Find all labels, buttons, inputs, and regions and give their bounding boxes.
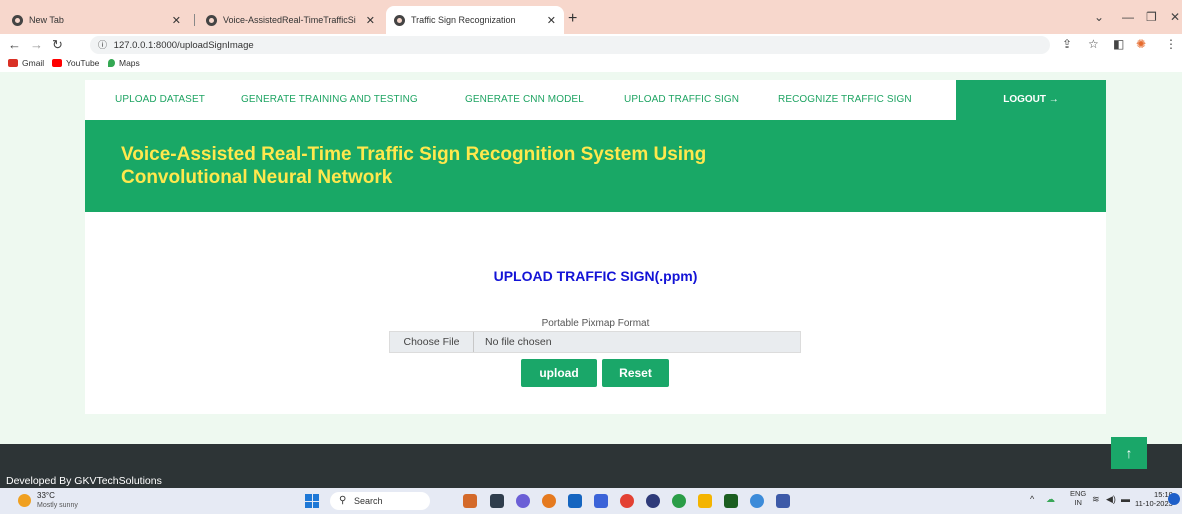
upload-button[interactable]: upload <box>521 359 597 387</box>
close-icon[interactable]: ✕ <box>366 14 375 27</box>
logout-button[interactable]: LOGOUT → <box>956 80 1106 120</box>
tab-label: Traffic Sign Recognization <box>411 15 516 25</box>
browser-tab-bar: New Tab ✕ Voice-AssistedReal-TimeTraffic… <box>0 0 1182 34</box>
app-icon[interactable] <box>463 494 477 508</box>
nav-recognize-traffic-sign[interactable]: RECOGNIZE TRAFFIC SIGN <box>778 80 912 120</box>
upload-card: UPLOAD TRAFFIC SIGN(.ppm) Portable Pixma… <box>85 212 1106 414</box>
share-icon[interactable]: ⇪ <box>1062 37 1072 51</box>
chevron-down-icon[interactable]: ⌄ <box>1094 10 1104 24</box>
globe-icon <box>206 14 217 26</box>
sun-icon[interactable] <box>18 494 31 507</box>
search-icon: ⚲ <box>339 495 347 506</box>
new-tab-button[interactable]: + <box>568 10 577 28</box>
back-icon[interactable]: ← <box>8 37 21 52</box>
windows-start-icon[interactable] <box>305 494 319 508</box>
notification-icon[interactable] <box>1168 493 1180 505</box>
web-page: UPLOAD DATASET GENERATE TRAINING AND TES… <box>0 72 1182 488</box>
url-text: 127.0.0.1:8000/uploadSignImage <box>113 40 254 51</box>
chrome-icon <box>12 14 23 26</box>
file-status: No file chosen <box>485 336 552 348</box>
nav-generate-cnn[interactable]: GENERATE CNN MODEL <box>465 80 584 120</box>
app-icon[interactable] <box>490 494 504 508</box>
title-line-1: Voice-Assisted Real-Time Traffic Sign Re… <box>121 144 707 165</box>
weather-condition: Mostly sunny <box>37 502 78 509</box>
minimize-icon[interactable]: — <box>1122 10 1134 24</box>
language-indicator[interactable]: ENG IN <box>1070 489 1086 507</box>
close-icon[interactable]: ✕ <box>172 14 181 27</box>
tab-label: New Tab <box>29 15 64 25</box>
screen: New Tab ✕ Voice-AssistedReal-TimeTraffic… <box>0 0 1182 514</box>
windows-taskbar: 33°C Mostly sunny ⚲ Search ^ ☁ ENG IN ≋ … <box>0 488 1182 514</box>
footer-credit: Developed By GKVTechSolutions <box>6 475 162 487</box>
bookmark-gmail[interactable]: Gmail <box>8 58 44 68</box>
weather-temp[interactable]: 33°C <box>37 491 55 500</box>
gmail-icon <box>8 59 18 67</box>
close-window-icon[interactable]: ✕ <box>1170 10 1180 24</box>
app-icon[interactable] <box>542 494 556 508</box>
lang-region: IN <box>1074 498 1082 507</box>
title-line-2: Convolutional Neural Network <box>121 167 393 188</box>
reload-icon[interactable]: ↻ <box>52 37 63 53</box>
taskbar-search[interactable]: ⚲ Search <box>330 492 430 510</box>
chevron-up-icon[interactable]: ^ <box>1030 494 1034 504</box>
app-icon[interactable] <box>776 494 790 508</box>
tab-voice-assisted[interactable]: Voice-AssistedReal-TimeTrafficSi ✕ <box>198 6 383 34</box>
app-icon[interactable] <box>672 494 686 508</box>
tab-label: Voice-AssistedReal-TimeTrafficSi <box>223 15 356 25</box>
bookmarks-bar: Gmail YouTube Maps <box>0 56 1182 72</box>
forward-icon[interactable]: → <box>30 37 43 52</box>
lang-code: ENG <box>1070 489 1087 498</box>
chrome-icon[interactable] <box>620 494 634 508</box>
address-bar-row: ← → ↻ ⓘ 127.0.0.1:8000/uploadSignImage ⇪… <box>0 34 1182 56</box>
bookmark-label: YouTube <box>66 58 100 68</box>
cloud-icon[interactable]: ☁ <box>1046 494 1055 505</box>
upload-heading: UPLOAD TRAFFIC SIGN(.ppm) <box>493 268 698 284</box>
back-to-top-button[interactable]: ↑ <box>1111 437 1147 469</box>
reset-button[interactable]: Reset <box>602 359 669 387</box>
wifi-icon[interactable]: ≋ <box>1092 494 1100 505</box>
youtube-icon <box>52 59 62 67</box>
battery-icon[interactable]: ▬ <box>1121 494 1130 504</box>
sidepanel-icon[interactable]: ◧ <box>1113 37 1124 51</box>
choose-file-button[interactable]: Choose File <box>390 332 474 352</box>
close-icon[interactable]: ✕ <box>547 14 556 27</box>
tab-new-tab[interactable]: New Tab ✕ <box>4 6 189 34</box>
url-field[interactable]: ⓘ 127.0.0.1:8000/uploadSignImage <box>90 36 1050 54</box>
bookmark-maps[interactable]: Maps <box>108 58 140 68</box>
bookmark-label: Gmail <box>22 58 45 68</box>
nav-generate-training[interactable]: GENERATE TRAINING AND TESTING <box>241 80 418 120</box>
page-title: Voice-Assisted Real-Time Traffic Sign Re… <box>121 143 1021 189</box>
menu-icon[interactable]: ⋮ <box>1165 37 1177 51</box>
chat-icon[interactable] <box>516 494 530 508</box>
nav-upload-traffic-sign[interactable]: UPLOAD TRAFFIC SIGN <box>624 80 739 120</box>
shield-icon[interactable] <box>568 494 582 508</box>
header-banner: Voice-Assisted Real-Time Traffic Sign Re… <box>85 120 1106 212</box>
app-icon[interactable] <box>750 494 764 508</box>
tab-separator <box>194 14 195 26</box>
search-label: Search <box>354 496 383 506</box>
site-navbar: UPLOAD DATASET GENERATE TRAINING AND TES… <box>85 80 1106 120</box>
folder-icon[interactable] <box>698 494 712 508</box>
globe-icon <box>394 14 405 26</box>
volume-icon[interactable]: ◀) <box>1106 494 1116 505</box>
bookmark-youtube[interactable]: YouTube <box>52 58 99 68</box>
app-icon[interactable] <box>724 494 738 508</box>
app-icon[interactable] <box>646 494 660 508</box>
nav-upload-dataset[interactable]: UPLOAD DATASET <box>115 80 205 120</box>
tab-traffic-sign[interactable]: Traffic Sign Recognization ✕ <box>386 6 564 34</box>
app-icon[interactable] <box>594 494 608 508</box>
file-input[interactable]: Choose File No file chosen <box>389 331 801 353</box>
bookmark-label: Maps <box>119 58 140 68</box>
star-icon[interactable]: ☆ <box>1088 37 1099 51</box>
clock-date: 11-10-2023 <box>1135 499 1173 508</box>
footer: Developed By GKVTechSolutions <box>0 444 1182 488</box>
maps-icon <box>108 59 115 67</box>
info-icon[interactable]: ⓘ <box>98 40 107 50</box>
format-label: Portable Pixmap Format <box>541 318 650 329</box>
restore-icon[interactable]: ❐ <box>1146 10 1157 24</box>
extension-icon[interactable]: ✺ <box>1136 37 1146 51</box>
